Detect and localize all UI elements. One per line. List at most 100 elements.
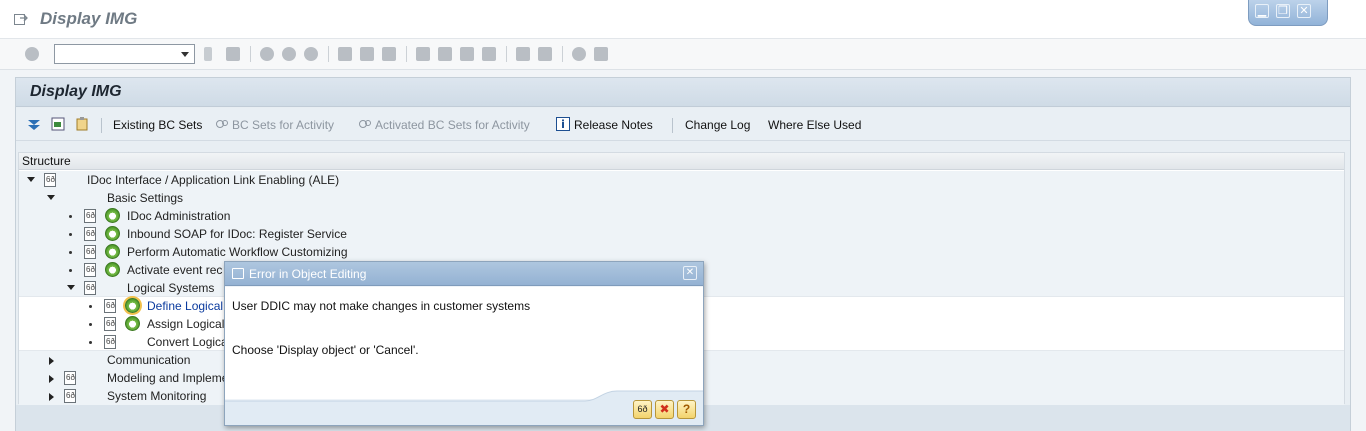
expand-icon[interactable] xyxy=(49,393,54,401)
collapse-icon[interactable] xyxy=(67,285,75,290)
documentation-icon[interactable] xyxy=(64,369,76,387)
execute-activity-icon[interactable] xyxy=(105,244,120,259)
dialog-body: User DDIC may not make changes in custom… xyxy=(225,287,703,399)
tree-row[interactable]: Inbound SOAP for IDoc: Register Service xyxy=(19,225,1344,243)
layout-menu-icon[interactable] xyxy=(594,47,608,61)
tree-row-label: Modeling and Impleme xyxy=(107,371,229,385)
help-icon[interactable] xyxy=(572,47,586,61)
info-icon[interactable] xyxy=(556,117,570,131)
documentation-icon[interactable] xyxy=(84,225,96,243)
history-back-icon[interactable] xyxy=(204,47,212,61)
restore-button[interactable]: ❐ xyxy=(1276,4,1290,18)
tree-row-label: Inbound SOAP for IDoc: Register Service xyxy=(127,227,347,241)
where-else-used-button[interactable]: Where Else Used xyxy=(768,118,861,132)
new-session-icon[interactable] xyxy=(516,47,530,61)
documentation-icon[interactable] xyxy=(84,243,96,261)
exit-icon[interactable] xyxy=(282,47,296,61)
command-field[interactable] xyxy=(54,44,195,64)
title-bar: Display IMG ▁ ❐ ✕ xyxy=(0,0,1366,39)
page-title: Display IMG xyxy=(30,83,122,100)
tree-row-label: Basic Settings xyxy=(107,191,184,205)
find-next-icon[interactable] xyxy=(382,47,396,61)
standard-toolbar xyxy=(0,39,1366,70)
chevron-down-icon[interactable] xyxy=(181,52,189,57)
tree-row-label: Activate event rec xyxy=(127,263,223,277)
tree-row-label: System Monitoring xyxy=(107,389,207,403)
tree-row[interactable]: Perform Automatic Workflow Customizing xyxy=(19,243,1344,261)
enter-icon[interactable] xyxy=(25,47,39,61)
execute-activity-icon[interactable] xyxy=(125,298,140,313)
minimize-button[interactable]: ▁ xyxy=(1255,4,1269,18)
bullet-icon xyxy=(89,305,92,308)
existing-bc-sets-button[interactable]: Existing BC Sets xyxy=(113,118,202,132)
documentation-icon[interactable] xyxy=(84,279,96,297)
bc-sets-for-activity-button[interactable]: BC Sets for Activity xyxy=(232,118,334,132)
documentation-icon[interactable] xyxy=(104,297,116,315)
dialog-instruction: Choose 'Display object' or 'Cancel'. xyxy=(232,343,419,357)
tree-row[interactable]: IDoc Interface / Application Link Enabli… xyxy=(19,171,1344,189)
expand-icon[interactable] xyxy=(49,357,54,365)
collapse-icon[interactable] xyxy=(47,195,55,200)
save-icon[interactable] xyxy=(226,47,240,61)
expand-icon[interactable] xyxy=(49,375,54,383)
window-controls: ▁ ❐ ✕ xyxy=(1248,0,1328,26)
tree-row[interactable]: IDoc Administration xyxy=(19,207,1344,225)
cancel-button[interactable]: ✖ xyxy=(655,400,674,419)
bullet-icon xyxy=(69,215,72,218)
tree-row-label: IDoc Interface / Application Link Enabli… xyxy=(87,173,340,187)
tree-row-label: Assign Logical xyxy=(147,317,225,331)
documentation-icon[interactable] xyxy=(44,171,56,189)
bc-sets-icon[interactable] xyxy=(215,117,229,131)
window-title: Display IMG xyxy=(40,9,138,28)
panel-header: Display IMG xyxy=(16,78,1350,107)
documentation-icon[interactable] xyxy=(104,315,116,333)
activated-bc-sets-icon[interactable] xyxy=(358,117,372,131)
print-icon[interactable] xyxy=(338,47,352,61)
export-icon[interactable] xyxy=(51,117,65,131)
exit-icon xyxy=(14,14,28,25)
dialog-close-button[interactable]: ✕ xyxy=(683,266,697,280)
documentation-icon[interactable] xyxy=(84,261,96,279)
activated-bc-sets-button[interactable]: Activated BC Sets for Activity xyxy=(375,118,530,132)
last-page-icon[interactable] xyxy=(482,47,496,61)
bullet-icon xyxy=(69,251,72,254)
tree-row[interactable]: Basic Settings xyxy=(19,189,1344,207)
collapse-icon[interactable] xyxy=(27,177,35,182)
documentation-icon[interactable] xyxy=(64,387,76,405)
execute-activity-icon[interactable] xyxy=(105,262,120,277)
execute-activity-icon[interactable] xyxy=(105,226,120,241)
release-notes-button[interactable]: Release Notes xyxy=(574,118,653,132)
execute-activity-icon[interactable] xyxy=(105,208,120,223)
cancel-icon[interactable] xyxy=(304,47,318,61)
application-toolbar: Existing BC Sets BC Sets for Activity Ac… xyxy=(16,108,1350,141)
documentation-icon[interactable] xyxy=(84,207,96,225)
execute-activity-icon[interactable] xyxy=(125,316,140,331)
close-window-button[interactable]: ✕ xyxy=(1297,4,1311,18)
tree-row-label: Communication xyxy=(107,353,191,367)
shortcut-icon[interactable] xyxy=(538,47,552,61)
find-icon[interactable] xyxy=(360,47,374,61)
tree-row-label: IDoc Administration xyxy=(127,209,231,223)
dialog-message: User DDIC may not make changes in custom… xyxy=(232,299,531,313)
dialog-footer: 6ð ✖ ? xyxy=(225,389,703,425)
footer-curve xyxy=(225,390,703,425)
previous-page-icon[interactable] xyxy=(438,47,452,61)
bullet-icon xyxy=(89,341,92,344)
change-log-button[interactable]: Change Log xyxy=(685,118,750,132)
error-dialog: Error in Object Editing ✕ User DDIC may … xyxy=(224,261,704,426)
tree-row-label: Define Logical xyxy=(147,299,224,313)
clipboard-icon[interactable] xyxy=(75,117,89,131)
display-object-button[interactable]: 6ð xyxy=(633,400,652,419)
tree-column-header: Structure xyxy=(19,153,1344,170)
documentation-icon[interactable] xyxy=(104,333,116,351)
back-icon[interactable] xyxy=(260,47,274,61)
dialog-title: Error in Object Editing xyxy=(249,267,367,281)
dialog-icon xyxy=(232,268,244,279)
first-page-icon[interactable] xyxy=(416,47,430,61)
next-page-icon[interactable] xyxy=(460,47,474,61)
expand-all-icon[interactable] xyxy=(27,117,41,131)
dialog-header: Error in Object Editing ✕ xyxy=(225,262,703,286)
tree-row-label: Perform Automatic Workflow Customizing xyxy=(127,245,348,259)
help-button[interactable]: ? xyxy=(677,400,696,419)
bullet-icon xyxy=(69,233,72,236)
